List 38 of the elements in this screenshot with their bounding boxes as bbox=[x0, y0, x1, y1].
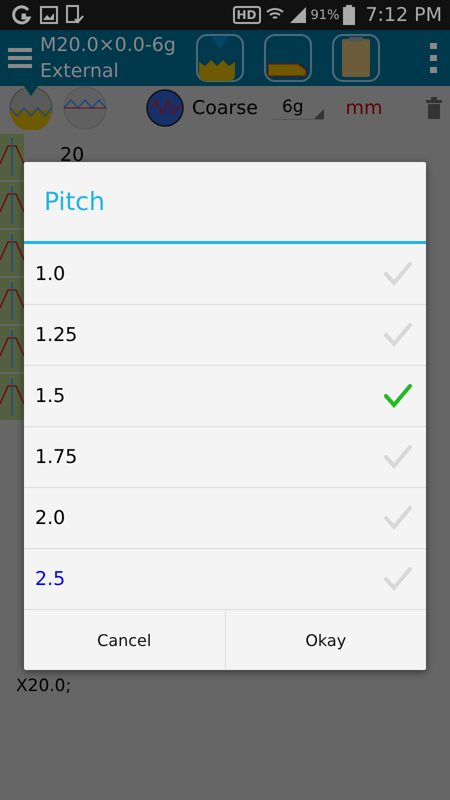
thread-diagram-icon[interactable] bbox=[0, 230, 24, 276]
thread-diagram-icon[interactable] bbox=[0, 182, 24, 228]
battery-icon bbox=[343, 5, 356, 25]
hd-badge: HD bbox=[232, 6, 261, 24]
image-icon bbox=[40, 6, 58, 24]
clock: 7:12 PM bbox=[365, 4, 442, 26]
pitch-option[interactable]: 1.5 bbox=[24, 366, 426, 427]
dialog-button[interactable]: Cancel bbox=[24, 610, 224, 670]
thread-diagram-icon[interactable] bbox=[0, 278, 24, 324]
pitch-option[interactable]: 1.25 bbox=[24, 305, 426, 366]
thread-type: External bbox=[40, 59, 120, 84]
dialog-title: Pitch bbox=[24, 162, 426, 244]
internal-thread-icon[interactable] bbox=[8, 86, 54, 130]
blank-profile-icon[interactable] bbox=[264, 34, 312, 82]
thread-diagram-icon[interactable] bbox=[0, 374, 24, 420]
menu-icon[interactable] bbox=[8, 47, 32, 69]
pitch-option[interactable]: 1.0 bbox=[24, 244, 426, 305]
wave-icon[interactable] bbox=[146, 89, 184, 127]
thread-icon[interactable] bbox=[62, 86, 108, 130]
clipboard-icon[interactable] bbox=[332, 34, 380, 82]
delete-icon[interactable] bbox=[426, 97, 442, 119]
pitch-option[interactable]: 2.0 bbox=[24, 488, 426, 549]
signal-icon bbox=[288, 6, 307, 24]
pitch-option[interactable]: 1.75 bbox=[24, 427, 426, 488]
thread-title: M20.0×0.0-6g bbox=[40, 33, 177, 58]
pitch-option[interactable]: 2.5 bbox=[24, 549, 426, 610]
tolerance-dropdown[interactable]: 6g bbox=[272, 96, 324, 120]
download-done-icon bbox=[66, 5, 84, 25]
thread-diagram-icon[interactable] bbox=[0, 326, 24, 372]
dropdown-corner-icon bbox=[314, 108, 324, 118]
battery-percent: 91% bbox=[310, 8, 340, 22]
series-label: Coarse bbox=[192, 97, 258, 119]
code-line: X20.0; bbox=[16, 676, 72, 696]
app-notification-icon bbox=[12, 5, 32, 25]
thread-profile-icon[interactable] bbox=[196, 34, 244, 82]
thread-diagram-icon[interactable] bbox=[0, 134, 24, 180]
dialog-button[interactable]: Okay bbox=[224, 610, 426, 670]
more-icon[interactable] bbox=[430, 43, 438, 73]
